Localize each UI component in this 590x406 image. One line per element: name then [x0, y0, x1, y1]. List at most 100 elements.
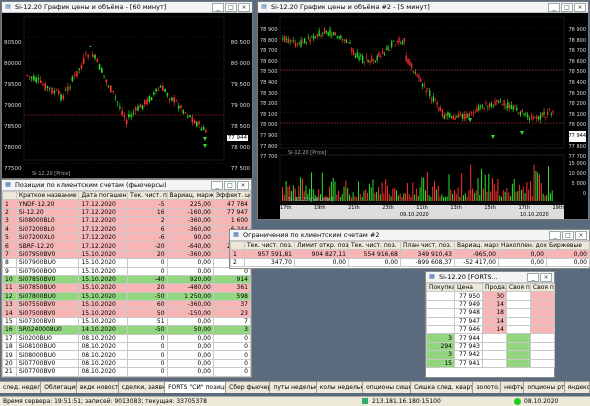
order-book-cell[interactable]	[426, 308, 455, 318]
own-sell-cell[interactable]	[530, 291, 555, 301]
own-sell-cell[interactable]	[530, 324, 555, 335]
minimize-button[interactable]: _	[549, 230, 561, 240]
order-book-cell[interactable]	[426, 324, 455, 335]
minimize-button[interactable]: _	[527, 272, 539, 282]
minimize-button[interactable]: _	[211, 180, 223, 190]
chart-window-60min[interactable]: ▤ Si-12.20 График цены и объёма - [60 ми…	[1, 1, 253, 179]
maximize-button[interactable]: □	[561, 2, 573, 12]
order-book-cell[interactable]	[482, 341, 507, 352]
workspace-tab[interactable]: золото..	[473, 382, 502, 393]
own-sell-cell[interactable]	[530, 316, 555, 326]
table-row[interactable]: 2 Si-12.20 17.12.2020 16 -160,00 77 947	[2, 207, 252, 218]
positions-table[interactable]: Краткое название Дата погашения Тек. чис…	[2, 190, 252, 377]
own-buy-cell[interactable]	[506, 291, 531, 301]
column-header[interactable]: План чист. поз.	[400, 240, 455, 251]
workspace-tab[interactable]: путы неделька	[270, 382, 317, 393]
table-row[interactable]: 1 957 591,81 904 827,11 554 916,68 349 910,4…	[230, 249, 590, 259]
order-book-cell[interactable]: 77 941	[454, 358, 483, 368]
order-book-cell[interactable]: 77 942	[454, 350, 483, 360]
table-row[interactable]: 19 Si08000BU0 08.10.2020 0 0,00 0	[2, 350, 252, 360]
order-book-row[interactable]: 77 947 14	[426, 316, 555, 326]
table-row[interactable]: 8Si07900BU015.10.202000,000	[2, 258, 252, 268]
order-book-cell[interactable]	[482, 333, 507, 343]
workspace-tab[interactable]: Облигации	[41, 382, 77, 393]
column-header[interactable]: Вариац. маржа	[166, 190, 214, 201]
column-header[interactable]: Тек. чист. поз.	[127, 190, 168, 201]
column-header[interactable]: Краткое название	[15, 190, 80, 201]
workspace-tab[interactable]: след. неделя	[0, 382, 42, 393]
maximize-button[interactable]: □	[562, 230, 574, 240]
column-header[interactable]: Дата погашения	[78, 190, 129, 201]
price-chart-5min[interactable]: 78 900 78 800 78 700 78 600 78 500 78 40…	[258, 13, 588, 219]
chart2-window-title-bar[interactable]: ▤ Si-12.20 График цены и объёма #2 - [5 …	[258, 2, 588, 13]
order-book-row[interactable]: 3 77 944	[426, 333, 555, 343]
column-header[interactable]: Вариац. маржа	[454, 240, 499, 251]
table-row[interactable]: 7Si07950BV015.10.202020-360,00159	[2, 249, 252, 260]
own-buy-cell[interactable]	[506, 333, 531, 343]
price-chart-60min[interactable]: 80500 80000 79500 79000 78500 78000 7750…	[2, 13, 252, 178]
workspace-tab[interactable]: нефть	[501, 382, 525, 393]
order-book-cell[interactable]	[426, 299, 455, 310]
order-book-cell[interactable]: 3	[426, 333, 455, 343]
order-book-cell[interactable]: 14	[482, 316, 507, 326]
workspace-tab[interactable]: яндекс	[565, 382, 590, 393]
order-book-cell[interactable]: 14	[482, 299, 507, 310]
order-book-row[interactable]: 294 77 943	[426, 341, 555, 352]
order-book-title-bar[interactable]: ▦ Si-12.20 [FORTS... _ ×	[426, 272, 554, 283]
workspace-tab[interactable]: FORTS "СИ" позици...	[165, 382, 227, 393]
order-book-cell[interactable]: 30	[482, 291, 507, 301]
order-book-cell[interactable]: 77 949	[454, 299, 483, 310]
order-book-cell[interactable]	[482, 358, 507, 368]
chart-window-5min[interactable]: ▤ Si-12.20 График цены и объёма #2 - [5 …	[257, 1, 589, 220]
workspace-tab[interactable]: Сбер фьючерс	[226, 382, 271, 393]
table-row[interactable]: 4Si07200BL017.12.20206-360,006 244	[2, 224, 252, 234]
order-book-row[interactable]: 77 950 30	[426, 291, 555, 301]
workspace-tab[interactable]: Сишка след. квартал	[411, 382, 474, 393]
table-row[interactable]: 14 Si07500BV0 15.10.2020 50 -150,00 23	[2, 308, 252, 318]
own-buy-cell[interactable]	[506, 308, 531, 318]
column-header[interactable]: Накоплен. доход	[498, 240, 547, 251]
workspace-tab[interactable]: опционы сишка	[363, 382, 412, 393]
table-row[interactable]: 12 Si07800BU0 15.10.2020 -50 1 250,00 598	[2, 291, 252, 302]
table-row[interactable]: 16 SR0240008U0 14.10.2020 -50 50,00 3	[2, 325, 252, 335]
positions-window[interactable]: ▦ Позиции по клиентским счетам (фьючерсы…	[1, 179, 252, 378]
table-row[interactable]: 9 Si07900BO0 15.10.2020 0 0,00 0	[2, 266, 252, 276]
workspace-tab[interactable]: вкдк новости	[77, 382, 119, 393]
order-book-row[interactable]: 15 77 941	[426, 358, 555, 368]
table-row[interactable]: 10 Si07850BV0 15.10.2020 -40 920,00 914	[2, 274, 252, 285]
order-book-cell[interactable]: 77 944	[454, 333, 483, 343]
order-book-cell[interactable]: 15	[426, 358, 455, 368]
order-book-row[interactable]: 77 949 14	[426, 299, 555, 310]
order-book-cell[interactable]: 77 950	[454, 291, 483, 301]
order-book-cell[interactable]: 3	[426, 350, 455, 360]
limits-window[interactable]: ▦ Ограничения по клиентским счетам #2 _ …	[229, 229, 590, 269]
table-row[interactable]: 21 Si07700BV0 08.10.2020 0 0,00 0	[2, 367, 252, 377]
own-sell-cell[interactable]	[530, 333, 555, 343]
own-buy-cell[interactable]	[506, 324, 531, 335]
column-header[interactable]: Тек. чист. поз.	[348, 240, 401, 251]
order-book-cell[interactable]	[426, 291, 455, 301]
column-header[interactable]: Биржевые	[546, 240, 590, 251]
table-row[interactable]: 18 Si08100BU0 08.10.2020 0 0,00 0	[2, 342, 252, 352]
order-book-cell[interactable]: 14	[482, 324, 507, 335]
order-book-table[interactable]: Покупка Цена Продажа Своя пок. Своя прод…	[426, 282, 555, 368]
own-buy-cell[interactable]	[506, 350, 531, 360]
order-book-row[interactable]: 3 77 942	[426, 350, 555, 360]
order-book-cell[interactable]	[426, 316, 455, 326]
order-book-cell[interactable]	[482, 350, 507, 360]
limits-table[interactable]: Тек. чист. поз. Лимит откр. поз. Тек. чи…	[230, 240, 590, 268]
column-header[interactable]: Лимит откр. поз.	[294, 240, 349, 251]
order-book-cell[interactable]: 77 947	[454, 316, 483, 326]
order-book-row[interactable]: 77 948 18	[426, 308, 555, 318]
minimize-button[interactable]: _	[212, 2, 224, 12]
table-row[interactable]: 13 Si07550BV0 15.10.2020 60 -360,00 37	[2, 300, 252, 310]
table-row[interactable]: 3 Si08000BL0 17.12.2020 2 -360,00 1 600	[2, 216, 252, 226]
table-row[interactable]: 17 Si0200BU0 08.10.2020 0 0,00 0	[2, 333, 252, 344]
own-sell-cell[interactable]	[530, 350, 555, 360]
limits-title-bar[interactable]: ▦ Ограничения по клиентским счетам #2 _ …	[230, 230, 589, 241]
close-button[interactable]: ×	[238, 2, 250, 12]
workspace-tab[interactable]: колы неделька	[317, 382, 364, 393]
close-button[interactable]: ×	[540, 272, 552, 282]
column-header[interactable]: Своя пок.	[506, 282, 531, 293]
column-header[interactable]: Цена	[454, 282, 483, 293]
